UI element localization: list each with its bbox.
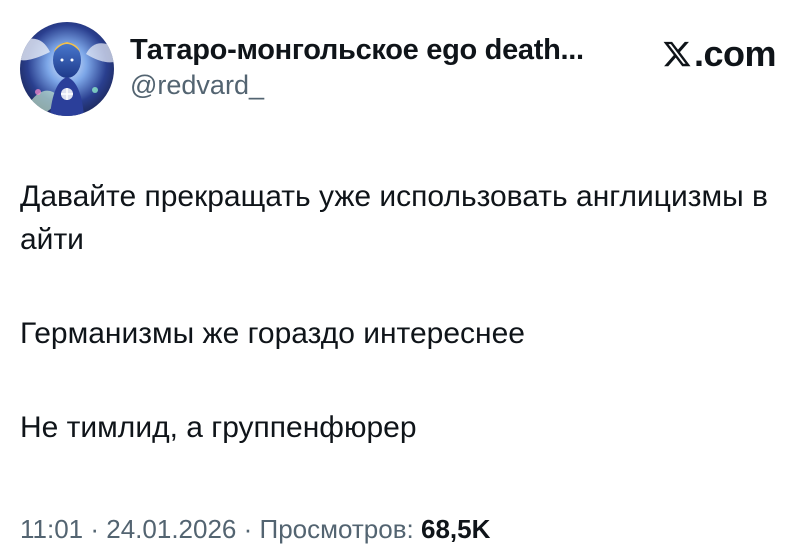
x-logo-icon <box>662 39 692 69</box>
meta-separator: · <box>83 514 107 544</box>
avatar[interactable] <box>20 22 114 116</box>
views-label: Просмотров: <box>259 514 414 544</box>
tweet-paragraph: Не тимлид, а группенфюрер <box>20 411 417 444</box>
tweet-date[interactable]: 24.01.2026 <box>106 514 236 544</box>
brand-text: .com <box>693 33 777 74</box>
views-count: 68,5K <box>420 514 491 544</box>
tweet-header: Татаро-монгольское ego death... @redvard… <box>20 22 790 122</box>
brand-watermark: .com <box>662 33 777 74</box>
author-display-name[interactable]: Татаро-монгольское ego death... <box>130 32 584 68</box>
tweet-paragraph: Давайте прекращать уже использовать англ… <box>20 180 768 256</box>
meta-separator: · <box>236 514 260 544</box>
avatar-image <box>20 22 114 116</box>
author-handle[interactable]: @redvard_ <box>130 68 584 102</box>
tweet-card: Татаро-монгольское ego death... @redvard… <box>0 0 800 554</box>
author-info: Татаро-монгольское ego death... @redvard… <box>130 32 584 102</box>
tweet-paragraph: Германизмы же гораздо интереснее <box>20 317 525 350</box>
tweet-text: Давайте прекращать уже использовать англ… <box>20 175 780 449</box>
tweet-time[interactable]: 11:01 <box>20 514 83 544</box>
tweet-meta: 11:01 · 24.01.2026 · Просмотров: 68,5K <box>20 512 490 546</box>
